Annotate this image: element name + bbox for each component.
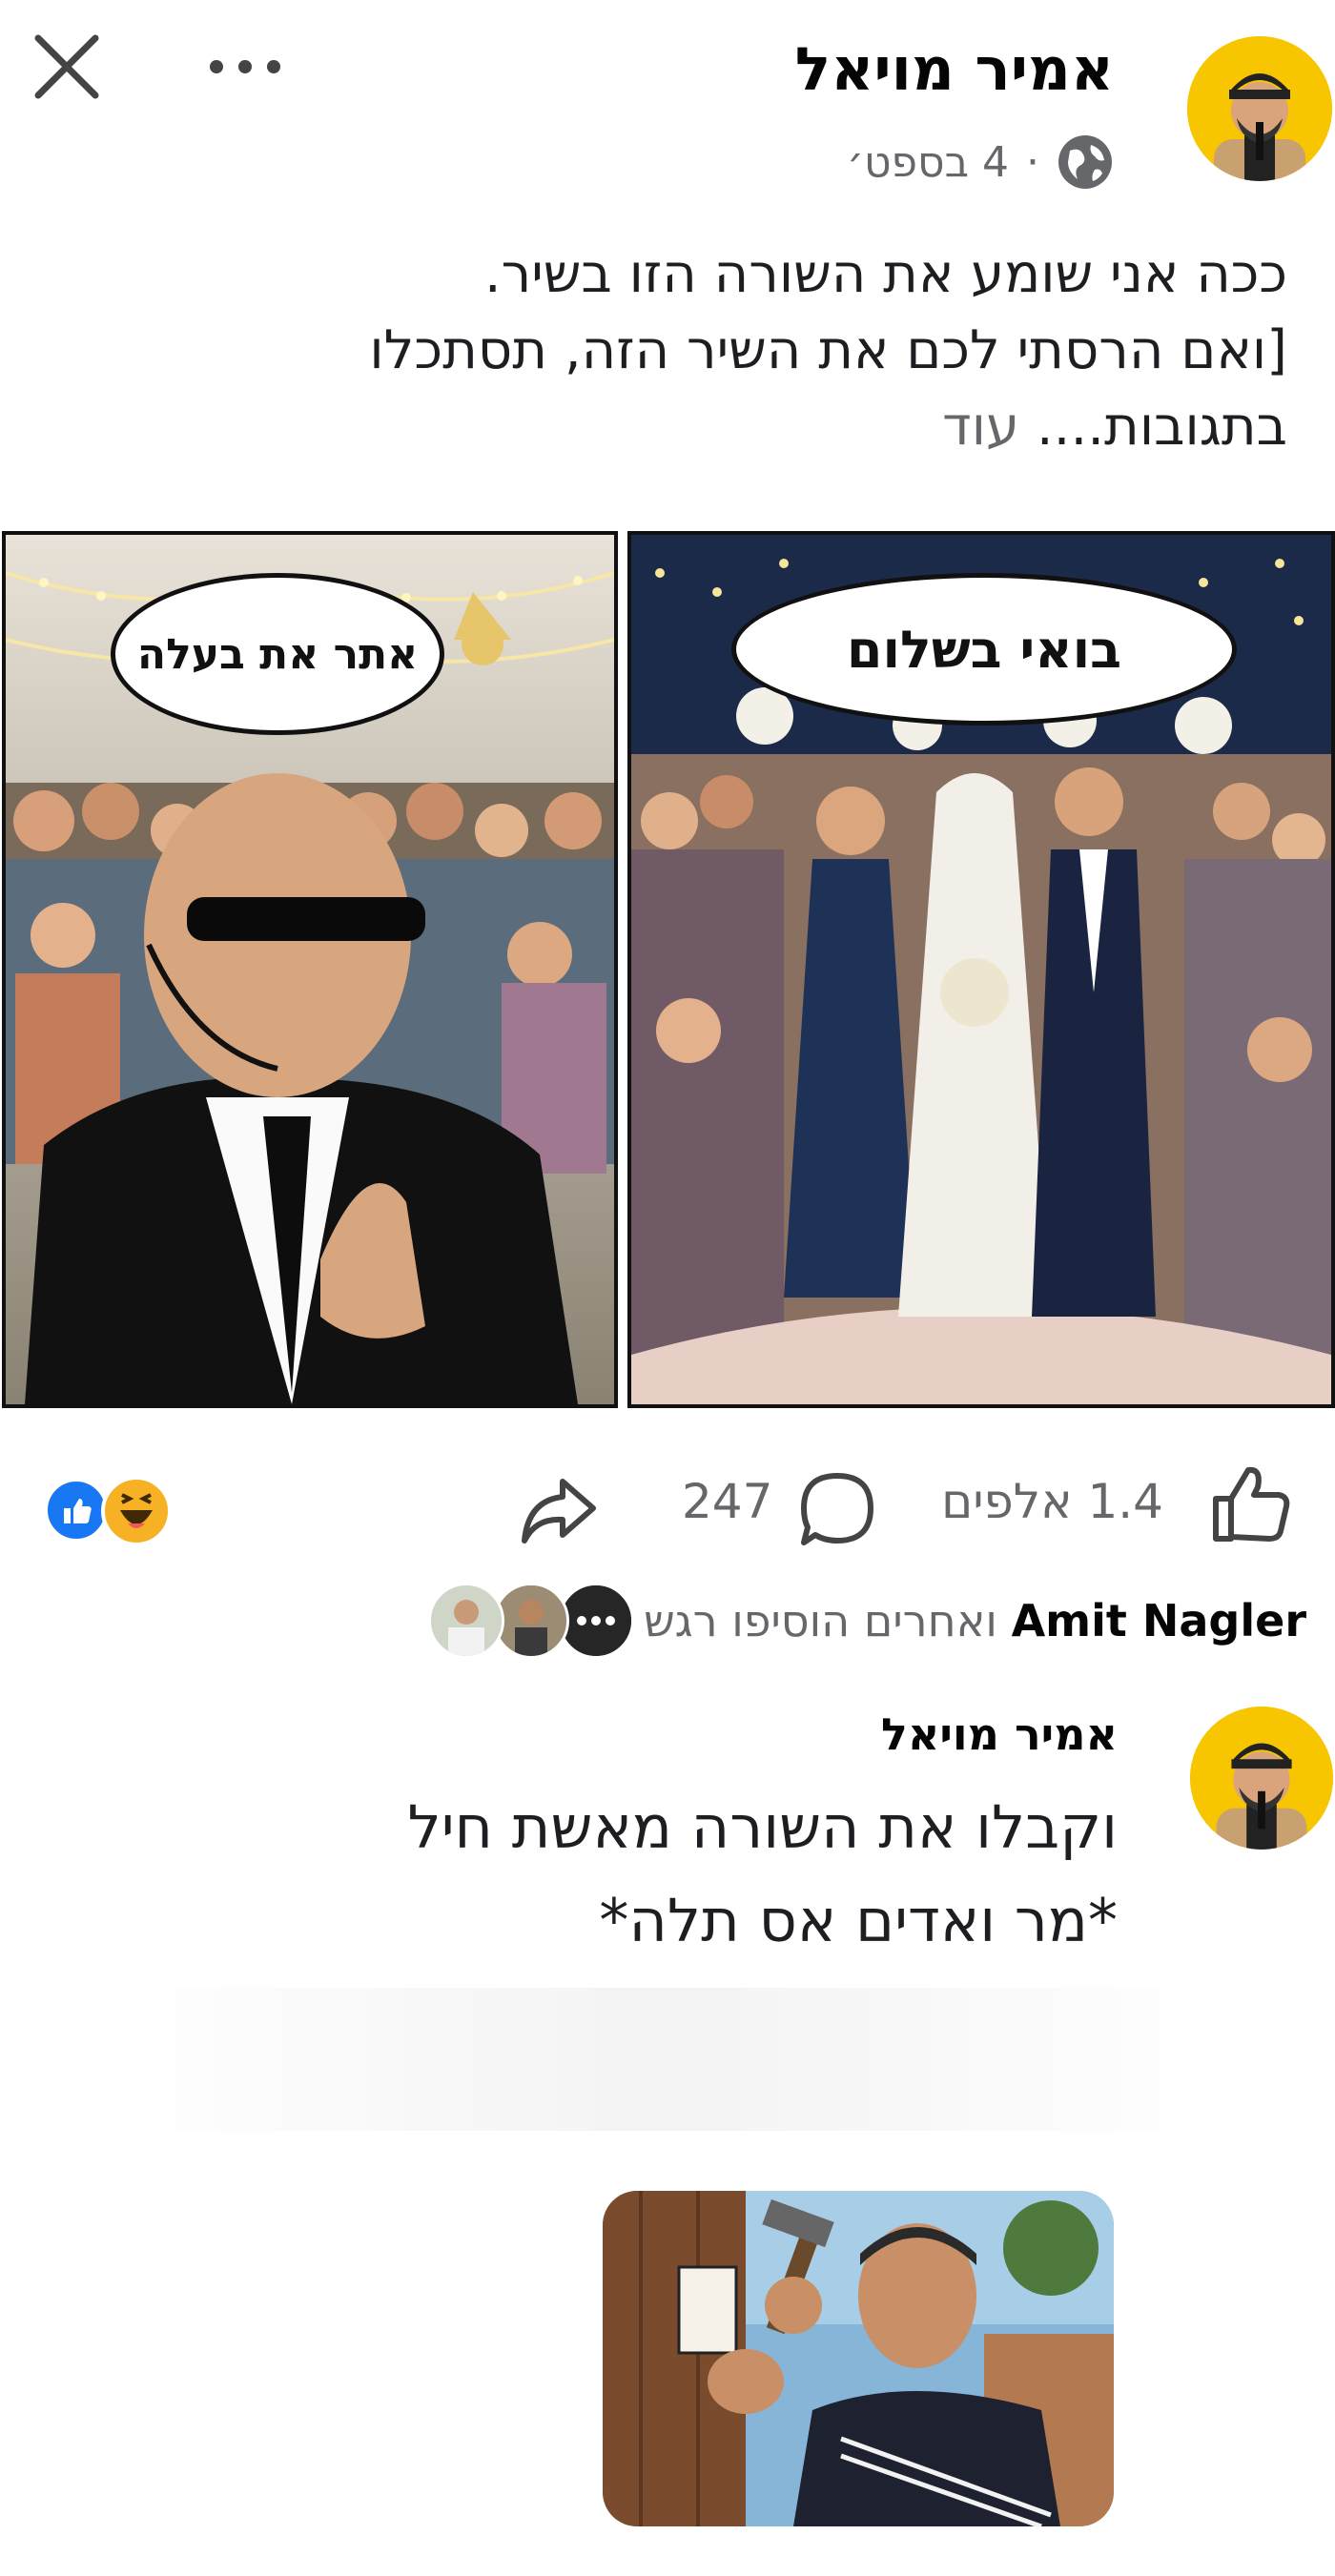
- post-date[interactable]: 4 בספט׳: [847, 138, 1009, 187]
- like-icon: [1213, 1466, 1290, 1542]
- comment-text-line-1: וקבלו את השורה מאשת חיל: [407, 1792, 1118, 1862]
- post-text: ככה אני שומע את השורה הזו בשיר. [ואם הרס…: [67, 236, 1287, 465]
- post-meta: 4 בספט׳ ·: [847, 133, 1114, 191]
- reactor-avatar[interactable]: [493, 1583, 570, 1659]
- more-horizontal-icon: [210, 60, 280, 73]
- comment-count[interactable]: 247: [682, 1474, 772, 1529]
- more-options-button[interactable]: [202, 43, 288, 91]
- close-icon: [34, 34, 99, 99]
- comment-image[interactable]: [603, 2191, 1114, 2526]
- reaction-haha-icon[interactable]: [101, 1476, 172, 1546]
- author-avatar[interactable]: [1187, 36, 1332, 181]
- reactor-avatar[interactable]: [428, 1583, 505, 1659]
- reactors-rest: ואחרים הוסיפו רגש: [644, 1595, 997, 1646]
- post-line-1: ככה אני שומע את השורה הזו בשיר.: [483, 243, 1287, 305]
- comment-button[interactable]: [796, 1468, 878, 1550]
- commenter-avatar[interactable]: [1190, 1707, 1333, 1850]
- close-button[interactable]: [29, 29, 105, 105]
- reactors-row[interactable]: Amit Nagler ואחרים הוסיפו רגש: [428, 1583, 1316, 1659]
- reactor-name[interactable]: Amit Nagler: [1012, 1595, 1306, 1646]
- share-button[interactable]: [517, 1468, 599, 1550]
- share-icon: [522, 1479, 596, 1544]
- speech-bubble-right: בואי בשלום: [731, 573, 1237, 726]
- speech-bubble-left: אתר את בעלה: [111, 573, 444, 735]
- comment-icon: [801, 1473, 873, 1545]
- like-count[interactable]: 1.4 אלפים: [941, 1474, 1163, 1529]
- post-line-3-text: בתגובות....: [1036, 396, 1287, 458]
- globe-icon: [1057, 133, 1114, 191]
- see-more-link[interactable]: עוד: [942, 396, 1019, 458]
- commenter-name[interactable]: אמיר מויאל: [881, 1708, 1118, 1760]
- post-image[interactable]: אתר את בעלה בואי בשלום: [0, 529, 1335, 1411]
- post-line-2: [ואם הרסתי לכם את השיר הזה, תסתכלו: [369, 319, 1287, 381]
- post-line-3: בתגובות.... עוד: [67, 389, 1287, 465]
- reaction-like-icon[interactable]: [44, 1478, 109, 1543]
- more-reactors-icon[interactable]: [558, 1583, 635, 1659]
- author-name[interactable]: אמיר מויאל: [795, 34, 1114, 104]
- blurred-region: [105, 1988, 1230, 2131]
- comment-text-line-2: *מר ואדים אס תלה*: [599, 1886, 1118, 1955]
- reactors-text[interactable]: Amit Nagler ואחרים הוסיפו רגש: [644, 1595, 1306, 1646]
- comic-panel-bodyguard: אתר את בעלה: [2, 531, 618, 1408]
- hammer-illustration: [603, 2191, 1114, 2526]
- comic-panel-wedding: בואי בשלום: [627, 531, 1335, 1408]
- meta-separator: ·: [1026, 137, 1039, 187]
- like-button[interactable]: [1206, 1461, 1294, 1548]
